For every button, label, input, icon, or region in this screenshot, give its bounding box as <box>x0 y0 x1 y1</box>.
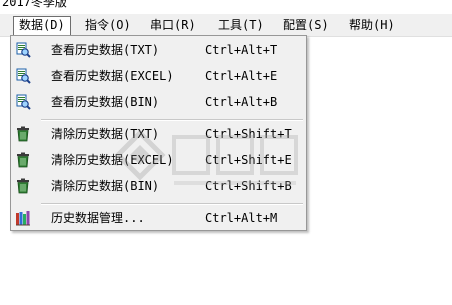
menu-separator <box>41 203 303 205</box>
trash-icon <box>15 152 31 168</box>
menu-config[interactable]: 配置(S) <box>278 16 334 34</box>
menu-data[interactable]: 数据(D) <box>13 16 71 36</box>
menu-item-clear-history-bin[interactable]: 清除历史数据(BIN) Ctrl+Shift+B <box>12 175 305 197</box>
menu-item-clear-history-txt[interactable]: 清除历史数据(TXT) Ctrl+Shift+T <box>12 123 305 145</box>
menu-item-label: 清除历史数据(BIN) <box>51 179 160 193</box>
window-title-bar: 2017冬季版 <box>0 0 452 14</box>
menu-item-shortcut: Ctrl+Shift+T <box>205 127 292 141</box>
menu-tools[interactable]: 工具(T) <box>213 16 269 34</box>
menu-item-clear-history-excel[interactable]: 清除历史数据(EXCEL) Ctrl+Shift+E <box>12 149 305 171</box>
menu-separator <box>41 119 303 121</box>
data-menu-dropdown: 查看历史数据(TXT) Ctrl+Alt+T 查看历史数据(EXCEL) Ctr… <box>10 35 307 231</box>
menu-item-label: 查看历史数据(EXCEL) <box>51 69 174 83</box>
books-icon <box>15 210 31 226</box>
menu-item-shortcut: Ctrl+Alt+M <box>205 211 278 225</box>
menu-item-label: 查看历史数据(TXT) <box>51 43 160 57</box>
menu-item-view-history-txt[interactable]: 查看历史数据(TXT) Ctrl+Alt+T <box>12 39 305 61</box>
view-history-icon <box>15 68 31 84</box>
window-title: 2017冬季版 <box>2 0 67 9</box>
menu-item-view-history-bin[interactable]: 查看历史数据(BIN) Ctrl+Alt+B <box>12 91 305 113</box>
menu-item-label: 清除历史数据(EXCEL) <box>51 153 174 167</box>
menu-item-label: 历史数据管理... <box>51 211 145 225</box>
menu-item-shortcut: Ctrl+Alt+B <box>205 95 278 109</box>
menu-bar: 数据(D) 指令(O) 串口(R) 工具(T) 配置(S) 帮助(H) <box>0 14 452 37</box>
menu-help[interactable]: 帮助(H) <box>344 16 400 34</box>
menu-item-view-history-excel[interactable]: 查看历史数据(EXCEL) Ctrl+Alt+E <box>12 65 305 87</box>
view-history-icon <box>15 42 31 58</box>
menu-item-label: 查看历史数据(BIN) <box>51 95 160 109</box>
menu-item-shortcut: Ctrl+Alt+E <box>205 69 278 83</box>
menu-item-history-data-management[interactable]: 历史数据管理... Ctrl+Alt+M <box>12 207 305 229</box>
menu-command[interactable]: 指令(O) <box>80 16 136 34</box>
menu-item-label: 清除历史数据(TXT) <box>51 127 160 141</box>
menu-item-shortcut: Ctrl+Shift+E <box>205 153 292 167</box>
trash-icon <box>15 126 31 142</box>
trash-icon <box>15 178 31 194</box>
view-history-icon <box>15 94 31 110</box>
menu-item-shortcut: Ctrl+Shift+B <box>205 179 292 193</box>
menu-item-shortcut: Ctrl+Alt+T <box>205 43 278 57</box>
menu-serial-port[interactable]: 串口(R) <box>145 16 201 34</box>
